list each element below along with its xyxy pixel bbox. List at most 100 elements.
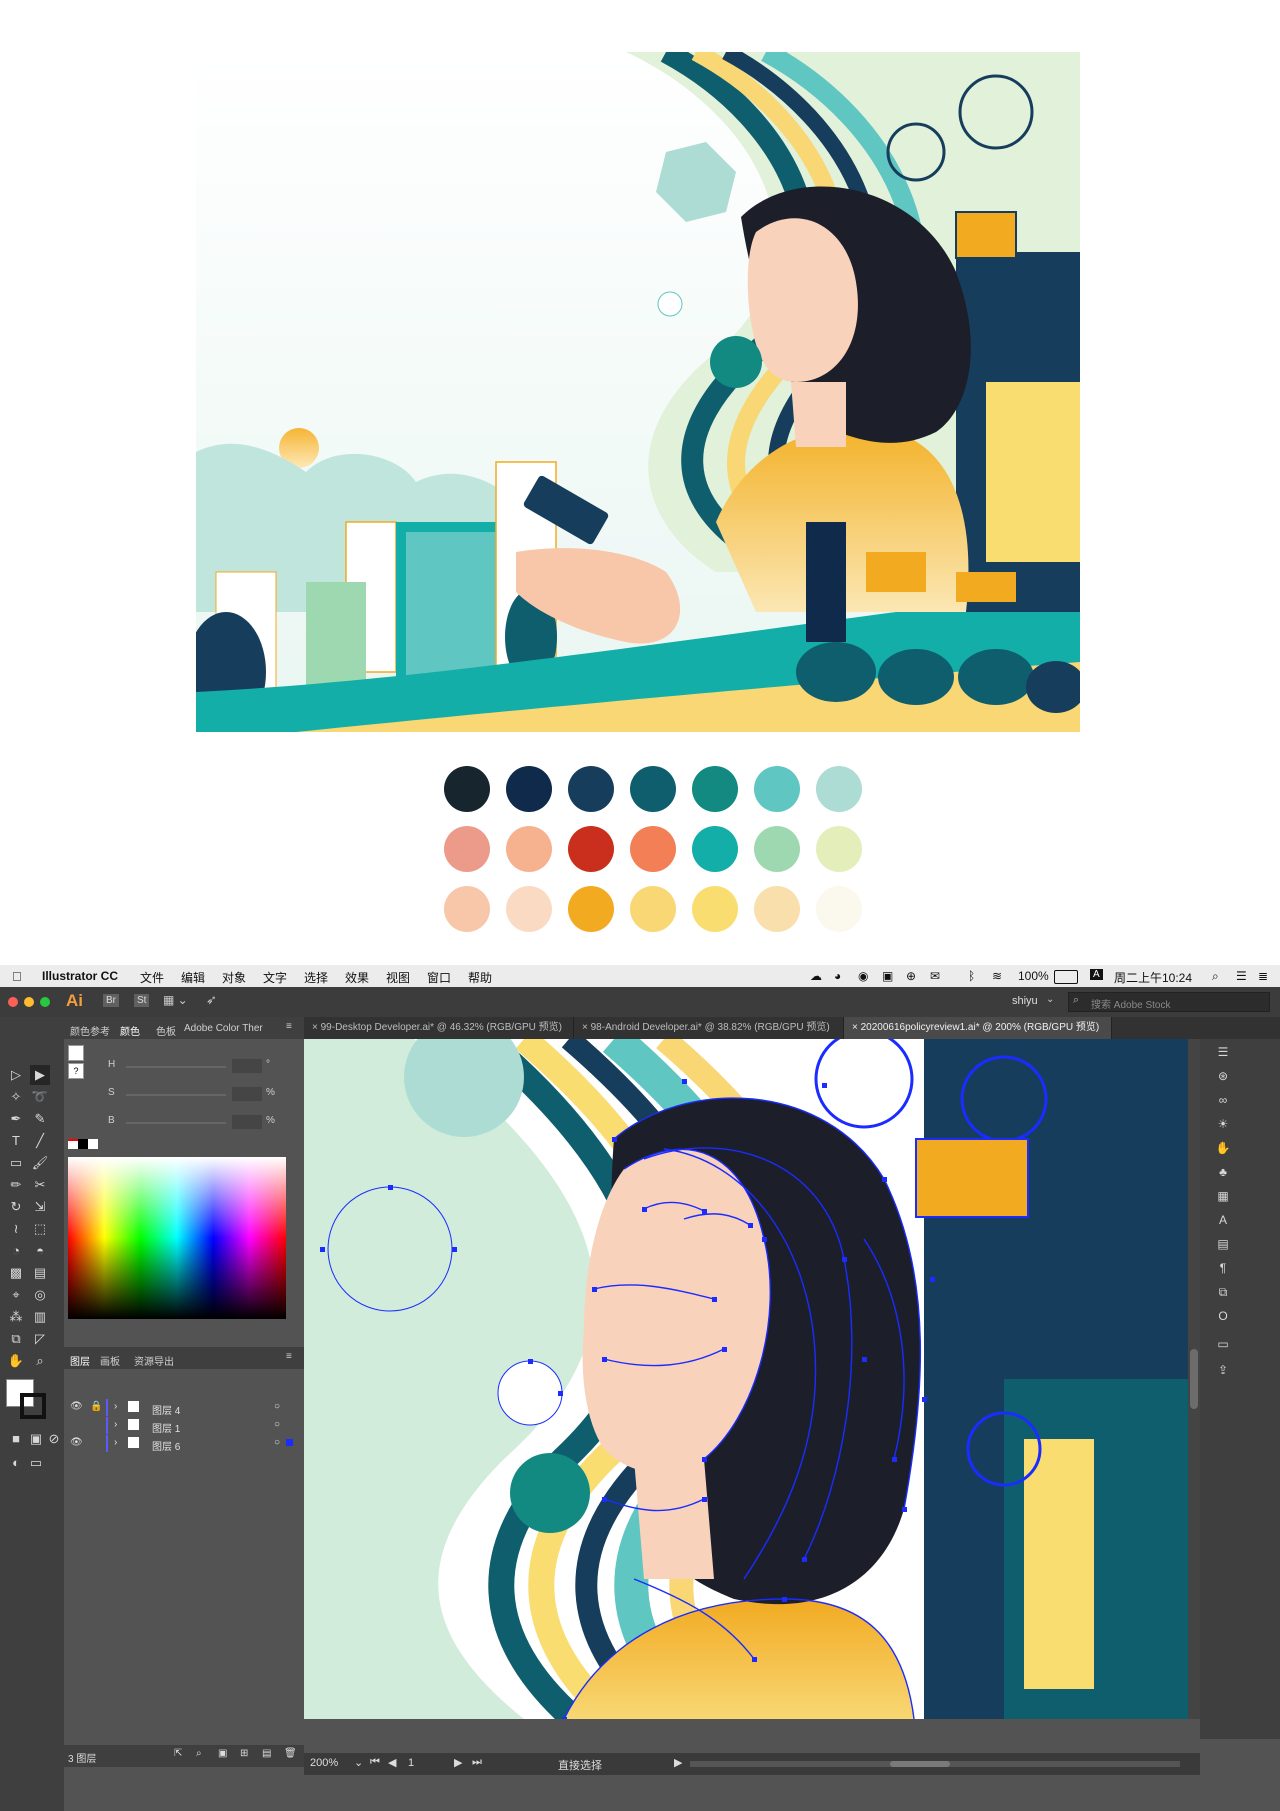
menu-effect[interactable]: 效果: [345, 969, 369, 986]
slice-tool-icon[interactable]: ◸: [30, 1329, 50, 1349]
live-paint-icon[interactable]: ◓: [30, 1241, 50, 1261]
pathfinder-icon[interactable]: ⧉: [1214, 1283, 1232, 1301]
clock-app-icon[interactable]: ◕: [834, 969, 841, 983]
zoom-tool-icon[interactable]: ⌕: [30, 1351, 50, 1371]
zoomed-artwork[interactable]: [304, 1039, 1188, 1719]
character-icon[interactable]: A: [1214, 1211, 1232, 1229]
selection-indicator[interactable]: [286, 1439, 293, 1446]
horizontal-scroll-thumb[interactable]: [890, 1761, 950, 1767]
spotlight-icon[interactable]: ⌕: [1212, 969, 1219, 984]
stock-search-box[interactable]: ⌕ 搜索 Adobe Stock: [1068, 992, 1270, 1012]
zoom-window-button[interactable]: [40, 997, 50, 1007]
menu-help[interactable]: 帮助: [468, 969, 492, 986]
tab-close-icon[interactable]: ×: [312, 1022, 321, 1033]
color-spectrum[interactable]: [68, 1157, 286, 1319]
scissors-icon[interactable]: ✂: [30, 1175, 50, 1195]
brightness-slider[interactable]: [126, 1122, 226, 1124]
direct-selection-tool-icon[interactable]: ▶: [30, 1065, 50, 1085]
vertical-scroll-thumb[interactable]: [1190, 1349, 1198, 1409]
curvature-tool-icon[interactable]: ✎: [30, 1109, 50, 1129]
stock-button[interactable]: St: [134, 994, 150, 1007]
pencil-tool-icon[interactable]: ✏: [6, 1175, 26, 1195]
panel-menu-icon[interactable]: ≡: [286, 1021, 292, 1032]
transparency-icon[interactable]: ▭: [1214, 1335, 1232, 1353]
minimize-window-button[interactable]: [24, 997, 34, 1007]
appearance-icon[interactable]: ☀: [1214, 1115, 1232, 1133]
visibility-eye-icon[interactable]: 👁: [70, 1401, 83, 1412]
layer-row[interactable]: › 图层 1 ○: [64, 1417, 294, 1435]
hue-input[interactable]: [232, 1059, 262, 1073]
menu-select[interactable]: 选择: [304, 969, 328, 986]
add-circle-icon[interactable]: ⊕: [906, 969, 916, 983]
artboard-tool-icon[interactable]: ⧉: [6, 1329, 26, 1349]
prev-artboard-icon[interactable]: ◀: [388, 1756, 396, 1769]
panel-fill-icon[interactable]: [68, 1045, 84, 1061]
bridge-button[interactable]: Br: [103, 994, 119, 1007]
layer-row[interactable]: 👁 › 图层 6 ○: [64, 1435, 294, 1453]
tab-adobe-color-themes[interactable]: Adobe Color Ther: [184, 1023, 263, 1034]
shape-builder-icon[interactable]: ◔: [6, 1241, 26, 1261]
properties-icon[interactable]: ☰: [1214, 1043, 1232, 1061]
draw-mode-icon[interactable]: ◐: [6, 1453, 26, 1473]
color-mode-icon[interactable]: ■: [6, 1429, 26, 1449]
graphic-styles-icon[interactable]: ▦: [1214, 1187, 1232, 1205]
expand-chevron-icon[interactable]: ›: [114, 1437, 117, 1448]
tab-color-guide[interactable]: 颜色参考: [70, 1023, 110, 1038]
clipping-mask-icon[interactable]: ▣: [218, 1748, 227, 1759]
target-circle-icon[interactable]: ○: [274, 1437, 280, 1448]
apple-icon[interactable]: : [12, 969, 22, 984]
layers-panel-menu-icon[interactable]: ≡: [286, 1351, 292, 1362]
next-artboard-icon[interactable]: ▶: [454, 1756, 462, 1769]
cloud-icon[interactable]: ☁: [810, 969, 822, 983]
asset-export-icon[interactable]: ⇪: [1214, 1361, 1232, 1379]
new-sublayer-icon[interactable]: ⊞: [240, 1748, 248, 1759]
rectangle-tool-icon[interactable]: ▭: [6, 1153, 26, 1173]
menu-view[interactable]: 视图: [386, 969, 410, 986]
wechat-icon[interactable]: ✉: [930, 969, 940, 983]
zoom-dropdown-icon[interactable]: ⌄: [354, 1756, 363, 1769]
saturation-slider[interactable]: [126, 1094, 226, 1096]
paragraph-icon[interactable]: ¶: [1214, 1259, 1232, 1277]
graph-tool-icon[interactable]: ▥: [30, 1307, 50, 1327]
lasso-icon[interactable]: ➰: [30, 1087, 50, 1107]
bluetooth-icon[interactable]: ᛒ: [968, 969, 975, 983]
brightness-input[interactable]: [232, 1115, 262, 1129]
tab-artboards[interactable]: 画板: [100, 1353, 120, 1368]
black-swatch[interactable]: [78, 1139, 88, 1149]
wifi-icon[interactable]: ≋: [992, 969, 1002, 983]
input-method-badge[interactable]: A: [1090, 969, 1103, 980]
tab-android-developer[interactable]: × 98-Android Developer.ai* @ 38.82% (RGB…: [574, 1017, 844, 1039]
layer-name[interactable]: 图层 6: [152, 1438, 180, 1453]
artboard-number[interactable]: 1: [408, 1757, 414, 1769]
layer-row[interactable]: 👁 🔒 › 图层 4 ○: [64, 1399, 294, 1417]
zoom-level[interactable]: 200%: [310, 1757, 338, 1769]
tab-layers[interactable]: 图层: [70, 1353, 90, 1368]
status-menu-icon[interactable]: ▶: [674, 1756, 682, 1769]
brushes-icon[interactable]: ✋: [1214, 1139, 1232, 1157]
expand-chevron-icon[interactable]: ›: [114, 1419, 117, 1430]
gradient-mode-icon[interactable]: ▣: [26, 1429, 46, 1449]
battery-icon[interactable]: [1054, 970, 1078, 984]
cc-libraries-icon[interactable]: ∞: [1214, 1091, 1232, 1109]
layer-name[interactable]: 图层 1: [152, 1420, 180, 1435]
pen-tool-icon[interactable]: ✒: [6, 1109, 26, 1129]
white-swatch[interactable]: [88, 1139, 98, 1149]
stroke-color-swatch[interactable]: [20, 1393, 46, 1419]
symbol-sprayer-icon[interactable]: ⁂: [6, 1307, 26, 1327]
menu-type[interactable]: 文字: [263, 969, 287, 986]
tab-desktop-developer[interactable]: × 99-Desktop Developer.ai* @ 46.32% (RGB…: [304, 1017, 574, 1039]
tab-close-icon[interactable]: ×: [582, 1022, 591, 1033]
opentype-icon[interactable]: O: [1214, 1307, 1232, 1325]
type-tool-icon[interactable]: T: [6, 1131, 26, 1151]
mesh-tool-icon[interactable]: ▩: [6, 1263, 26, 1283]
none-swatch[interactable]: [68, 1139, 78, 1149]
selection-tool-icon[interactable]: ▷: [6, 1065, 26, 1085]
paintbrush-icon[interactable]: 🖌: [30, 1153, 50, 1173]
saturation-input[interactable]: [232, 1087, 262, 1101]
eye-icon[interactable]: ◉: [858, 969, 868, 983]
symbols-icon[interactable]: ♣: [1214, 1163, 1232, 1181]
gradient-tool-icon[interactable]: ▤: [30, 1263, 50, 1283]
blend-tool-icon[interactable]: ◎: [30, 1285, 50, 1305]
horizontal-scrollbar[interactable]: [690, 1761, 1180, 1767]
expand-chevron-icon[interactable]: ›: [114, 1401, 117, 1412]
